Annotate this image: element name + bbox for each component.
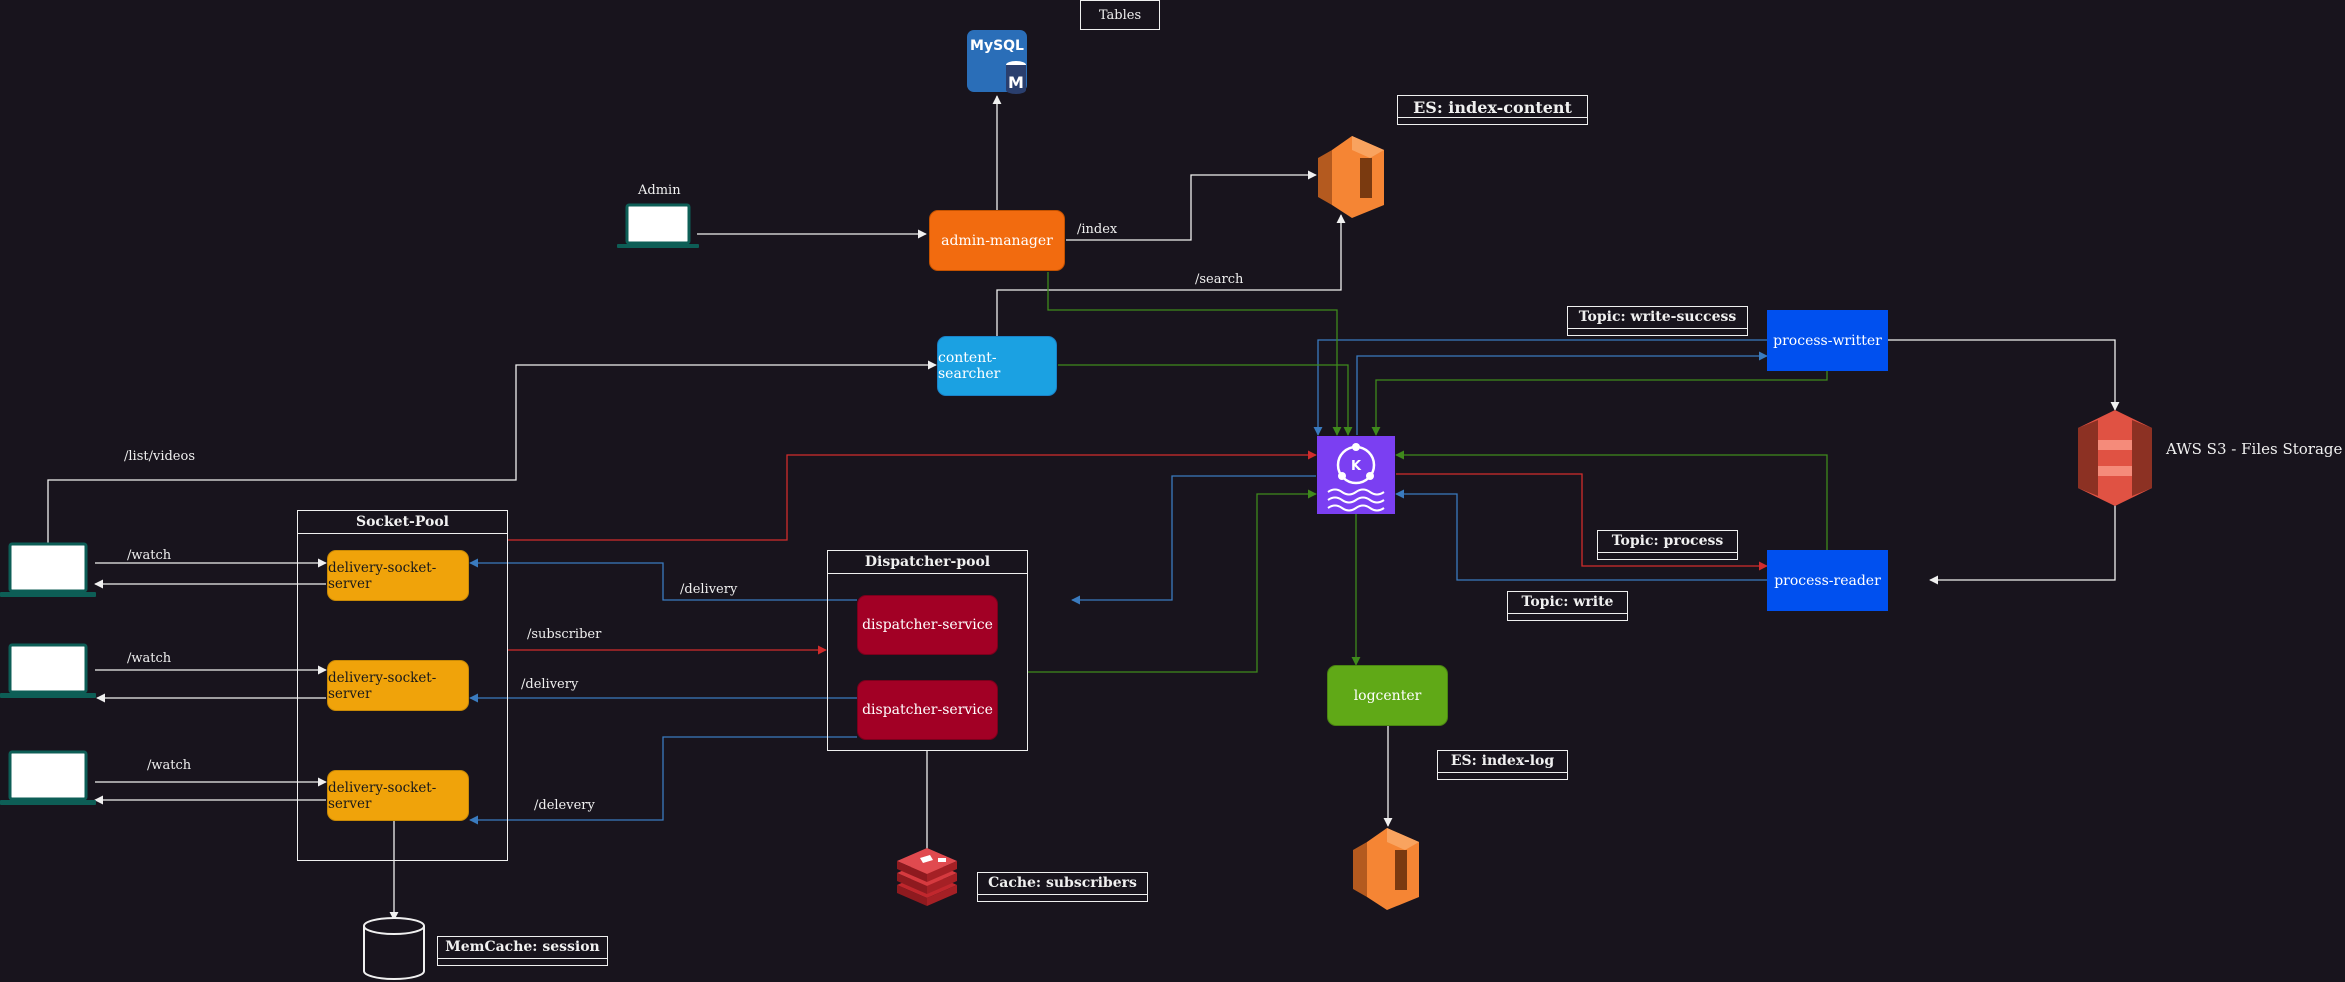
edge-manager-to-kafka [1047,272,1342,436]
edge-kafka-to-writter [1356,351,1768,435]
subscriber-label: /subscriber [527,627,602,642]
admin-manager-service[interactable]: admin-manager [929,210,1065,271]
content-searcher-service[interactable]: content-searcher [937,336,1057,396]
edge-dispatcher-delivery-1 [469,558,857,601]
client-laptop-icon-1 [0,542,96,597]
edge-writter-success-to-kafka [1371,371,1828,436]
search-label: /search [1195,272,1244,287]
dispatcher-service-1[interactable]: dispatcher-service [857,595,998,655]
architecture-diagram: MySQL M K Admin Tables /index /search /l… [0,0,2345,982]
socket-pool-title: Socket-Pool [298,511,507,534]
tables-box: Tables [1080,0,1160,30]
s3-label: AWS S3 - Files Storage [2166,440,2343,458]
es-index-content-tag: ES: index-content [1397,95,1588,125]
topic-write-tag: Topic: write [1507,591,1628,621]
aws-elasticsearch-icon-content [1318,136,1384,218]
delivery-label-1: /delivery [680,582,738,597]
process-reader-service[interactable]: process-reader [1767,550,1888,611]
svg-text:K: K [1351,459,1362,474]
edge-socketpool-to-kafka [507,450,1317,541]
delivery-label-3: /delevery [534,798,595,813]
dispatcher-service-2[interactable]: dispatcher-service [857,680,998,740]
topic-write-success-tag: Topic: write-success [1567,306,1748,336]
delivery-socket-server-3[interactable]: delivery-socket-server [327,770,469,821]
edge-s3-to-reader [1929,505,2116,585]
topic-process-tag: Topic: process [1597,530,1738,560]
watch-label-3: /watch [147,758,192,773]
admin-laptop-icon [617,203,699,248]
delivery-label-2: /delivery [521,677,579,692]
memcache-database-icon [363,917,425,980]
delivery-socket-server-2[interactable]: delivery-socket-server [327,660,469,711]
process-writter-service[interactable]: process-writter [1767,310,1888,371]
edge-searcher-to-kafka [1058,364,1353,436]
client-laptop-icon-2 [0,643,96,698]
kafka-icon: K [1317,436,1395,514]
edge-writter-to-s3 [1888,339,2120,411]
admin-label: Admin [638,183,681,198]
dispatcher-pool-title: Dispatcher-pool [828,551,1027,574]
svg-text:MySQL: MySQL [970,38,1024,54]
aws-elasticsearch-icon-log [1353,828,1419,910]
svg-text:M: M [1008,73,1024,92]
mysql-icon: MySQL M [967,30,1027,94]
delivery-socket-server-1[interactable]: delivery-socket-server [327,550,469,601]
redis-icon [897,848,957,906]
watch-label-1: /watch [127,548,172,563]
list-videos-label: /list/videos [124,449,195,464]
cache-subscribers-tag: Cache: subscribers [977,872,1148,902]
aws-s3-icon [2078,410,2152,506]
es-index-log-tag: ES: index-log [1437,750,1568,780]
memcache-session-tag: MemCache: session [437,936,608,966]
watch-label-2: /watch [127,651,172,666]
client-laptop-icon-3 [0,750,96,805]
edge-writter-to-kafka [1313,339,1767,436]
index-label: /index [1077,222,1118,237]
edge-dispatcher-delivery-3 [469,736,857,825]
logcenter-service[interactable]: logcenter [1327,665,1448,726]
